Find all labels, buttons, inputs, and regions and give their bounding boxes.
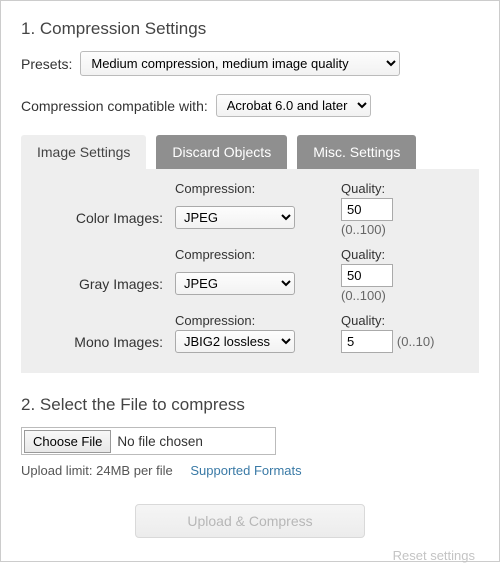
supported-formats-link[interactable]: Supported Formats: [190, 463, 301, 478]
upload-limit-text: Upload limit: 24MB per file: [21, 463, 173, 478]
settings-panel: 1. Compression Settings Presets: Medium …: [0, 0, 500, 562]
tab-image-settings[interactable]: Image Settings: [21, 135, 146, 169]
gray-images-label: Gray Images:: [37, 276, 167, 292]
file-status-text: No file chosen: [113, 434, 203, 449]
presets-select[interactable]: Medium compression, medium image quality: [80, 51, 400, 76]
presets-label: Presets:: [21, 56, 72, 72]
color-quality-range: (0..100): [341, 222, 386, 237]
reset-settings-link[interactable]: Reset settings: [21, 548, 479, 563]
mono-quality-input[interactable]: [341, 330, 393, 353]
section2-title: 2. Select the File to compress: [21, 395, 479, 415]
gray-quality-input[interactable]: [341, 264, 393, 287]
gray-quality-range: (0..100): [341, 288, 386, 303]
color-compression-select[interactable]: JPEG: [175, 206, 295, 229]
compat-select[interactable]: Acrobat 6.0 and later: [216, 94, 371, 117]
upload-compress-button[interactable]: Upload & Compress: [135, 504, 365, 538]
mono-images-label: Mono Images:: [37, 334, 167, 350]
gray-compression-select[interactable]: JPEG: [175, 272, 295, 295]
compat-label: Compression compatible with:: [21, 98, 208, 114]
quality-header: Quality:: [341, 181, 441, 196]
file-input[interactable]: Choose File No file chosen: [21, 427, 276, 455]
color-images-label: Color Images:: [37, 210, 167, 226]
image-settings-panel: Compression: Quality: Color Images: JPEG…: [21, 169, 479, 373]
tab-misc-settings[interactable]: Misc. Settings: [297, 135, 416, 169]
mono-quality-range: (0..10): [397, 334, 435, 349]
color-quality-input[interactable]: [341, 198, 393, 221]
mono-compression-select[interactable]: JBIG2 lossless: [175, 330, 295, 353]
compression-header: Compression:: [175, 181, 295, 196]
section1-title: 1. Compression Settings: [21, 19, 479, 39]
choose-file-button[interactable]: Choose File: [24, 430, 111, 453]
tab-discard-objects[interactable]: Discard Objects: [156, 135, 287, 169]
